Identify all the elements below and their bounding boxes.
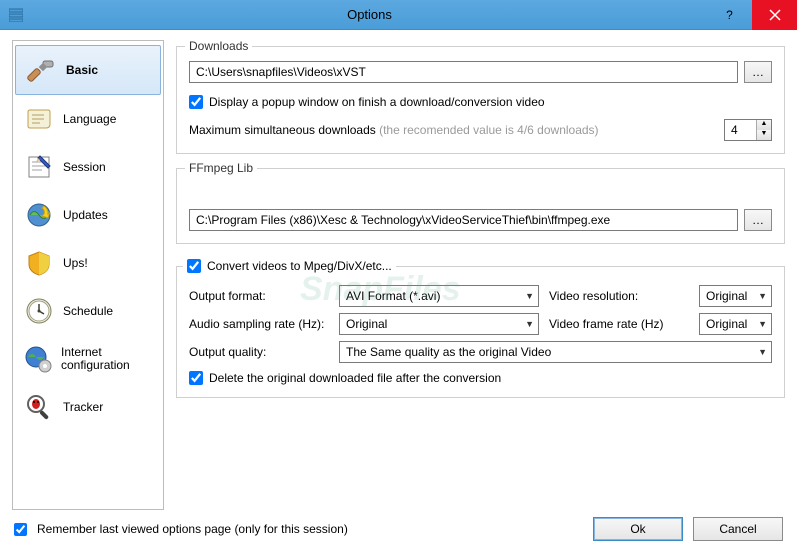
remember-page-label: Remember last viewed options page (only … — [37, 522, 348, 536]
window-buttons: ? — [707, 0, 797, 30]
sidebar-item-session[interactable]: Session — [13, 143, 163, 191]
magnifier-bug-icon — [23, 391, 55, 423]
remember-page-checkbox[interactable] — [14, 523, 27, 536]
max-downloads-spinner[interactable]: 4 ▲ ▼ — [724, 119, 772, 141]
max-downloads-hint: (the recomended value is 4/6 downloads) — [379, 123, 598, 137]
ffmpeg-path-input[interactable] — [189, 209, 738, 231]
ellipsis-icon: … — [752, 213, 764, 227]
sidebar-item-tracker[interactable]: Tracker — [13, 383, 163, 431]
sidebar-item-schedule[interactable]: Schedule — [13, 287, 163, 335]
system-icon — [8, 7, 24, 23]
sidebar-item-internet[interactable]: Internet configuration — [13, 335, 163, 383]
downloads-group: Downloads … Display a popup window on fi… — [176, 46, 785, 154]
close-button[interactable] — [752, 0, 797, 30]
output-quality-select[interactable]: The Same quality as the original Video ▼ — [339, 341, 772, 363]
output-format-label: Output format: — [189, 289, 329, 303]
chevron-down-icon: ▼ — [525, 319, 534, 329]
popup-on-finish-label: Display a popup window on finish a downl… — [209, 95, 545, 109]
ellipsis-icon: … — [752, 65, 764, 79]
cancel-button[interactable]: Cancel — [693, 517, 783, 541]
sidebar-item-label: Updates — [63, 208, 108, 222]
sidebar-item-basic[interactable]: Basic — [15, 45, 161, 95]
downloads-legend: Downloads — [185, 39, 252, 53]
audio-rate-label: Audio sampling rate (Hz): — [189, 317, 329, 331]
sidebar-item-label: Basic — [66, 63, 98, 77]
max-downloads-label: Maximum simultaneous downloads — [189, 123, 376, 137]
close-icon — [769, 9, 781, 21]
notepad-icon — [23, 151, 55, 183]
frame-rate-select[interactable]: Original ▼ — [699, 313, 772, 335]
sidebar-item-label: Tracker — [63, 400, 103, 414]
globe-gear-icon — [23, 343, 53, 375]
video-resolution-select[interactable]: Original ▼ — [699, 285, 772, 307]
max-downloads-value[interactable]: 4 — [725, 123, 756, 137]
frame-rate-label: Video frame rate (Hz) — [549, 317, 689, 331]
ffmpeg-group: FFmpeg Lib … — [176, 168, 785, 244]
browse-download-path-button[interactable]: … — [744, 61, 772, 83]
sidebar-item-label: Session — [63, 160, 106, 174]
title-bar: Options ? — [0, 0, 797, 30]
delete-original-label: Delete the original downloaded file afte… — [209, 371, 501, 385]
chevron-down-icon: ▼ — [758, 291, 767, 301]
output-format-select[interactable]: AVI Format (*.avi) ▼ — [339, 285, 539, 307]
sidebar-item-label: Ups! — [63, 256, 88, 270]
sidebar-item-label: Language — [63, 112, 116, 126]
sidebar-item-language[interactable]: Language — [13, 95, 163, 143]
footer: Remember last viewed options page (only … — [0, 510, 797, 548]
sidebar-item-updates[interactable]: Updates — [13, 191, 163, 239]
sidebar: Basic Language Session Updates Ups! — [12, 40, 164, 510]
convert-videos-label: Convert videos to Mpeg/DivX/etc... — [207, 259, 392, 273]
audio-rate-select[interactable]: Original ▼ — [339, 313, 539, 335]
delete-original-checkbox[interactable] — [189, 371, 203, 385]
hammer-icon — [26, 54, 58, 86]
ok-button[interactable]: Ok — [593, 517, 683, 541]
clock-icon — [23, 295, 55, 327]
shield-icon — [23, 247, 55, 279]
browse-ffmpeg-path-button[interactable]: … — [744, 209, 772, 231]
chevron-down-icon: ▼ — [758, 347, 767, 357]
popup-on-finish-checkbox[interactable] — [189, 95, 203, 109]
video-resolution-label: Video resolution: — [549, 289, 689, 303]
output-quality-label: Output quality: — [189, 345, 329, 359]
chevron-down-icon: ▼ — [758, 319, 767, 329]
sidebar-item-label: Internet configuration — [61, 346, 153, 372]
ffmpeg-legend: FFmpeg Lib — [185, 161, 257, 175]
spinner-down-button[interactable]: ▼ — [757, 130, 771, 140]
window-title: Options — [32, 7, 707, 22]
help-button[interactable]: ? — [707, 0, 752, 30]
sidebar-item-ups[interactable]: Ups! — [13, 239, 163, 287]
convert-videos-checkbox[interactable] — [187, 259, 201, 273]
scroll-icon — [23, 103, 55, 135]
main-panel: Downloads … Display a popup window on fi… — [176, 40, 785, 510]
download-path-input[interactable] — [189, 61, 738, 83]
conversion-group: Convert videos to Mpeg/DivX/etc... Outpu… — [176, 266, 785, 398]
chevron-down-icon: ▼ — [525, 291, 534, 301]
globe-refresh-icon — [23, 199, 55, 231]
sidebar-item-label: Schedule — [63, 304, 113, 318]
spinner-up-button[interactable]: ▲ — [757, 120, 771, 130]
